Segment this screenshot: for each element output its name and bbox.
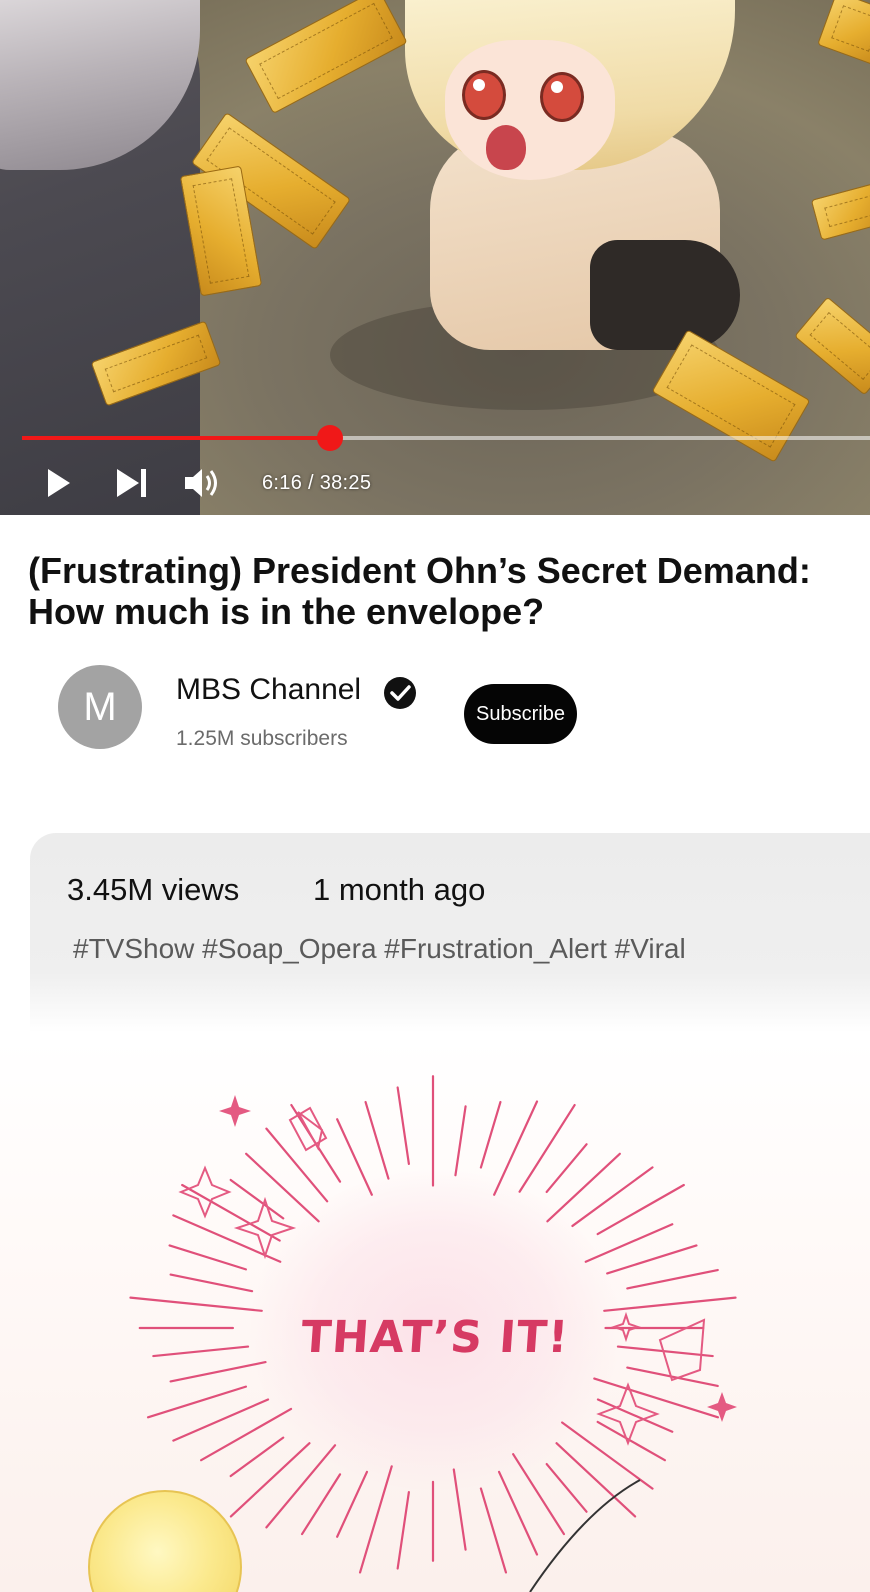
view-count: 3.45M views xyxy=(67,872,240,907)
banknote xyxy=(244,0,408,115)
girl-mouth xyxy=(486,125,526,170)
comic-panel: THAT’S IT! xyxy=(0,1040,870,1592)
volume-button[interactable] xyxy=(182,465,222,501)
channel-avatar[interactable]: M xyxy=(58,665,142,749)
subscriber-count: 1.25M subscribers xyxy=(176,727,348,750)
next-icon xyxy=(117,469,146,497)
time-display: 6:16 / 38:25 xyxy=(262,472,372,494)
banknote xyxy=(651,329,811,463)
banknote xyxy=(817,0,870,66)
next-button[interactable] xyxy=(114,465,150,501)
girl-left-eye xyxy=(462,70,506,120)
subscribe-button[interactable]: Subscribe xyxy=(464,684,577,744)
progress-scrubber[interactable] xyxy=(316,425,343,451)
girl-skirt xyxy=(590,240,740,350)
progress-fill xyxy=(22,436,330,440)
channel-name[interactable]: MBS Channel xyxy=(176,673,361,707)
girl-right-eye xyxy=(540,72,584,122)
exclamation-text: THAT’S IT! xyxy=(299,1312,571,1363)
verified-icon xyxy=(384,677,416,709)
banknote xyxy=(810,181,870,241)
banknote xyxy=(794,296,870,396)
hashtags[interactable]: #TVShow #Soap_Opera #Frustration_Alert #… xyxy=(73,933,686,965)
video-player[interactable]: 6:16 / 38:25 xyxy=(0,0,870,515)
upload-date: 1 month ago xyxy=(313,872,486,907)
video-title: (Frustrating) President Ohn’s Secret Dem… xyxy=(28,550,811,632)
play-icon xyxy=(48,469,70,497)
volume-icon xyxy=(185,469,217,497)
play-button[interactable] xyxy=(44,465,74,501)
